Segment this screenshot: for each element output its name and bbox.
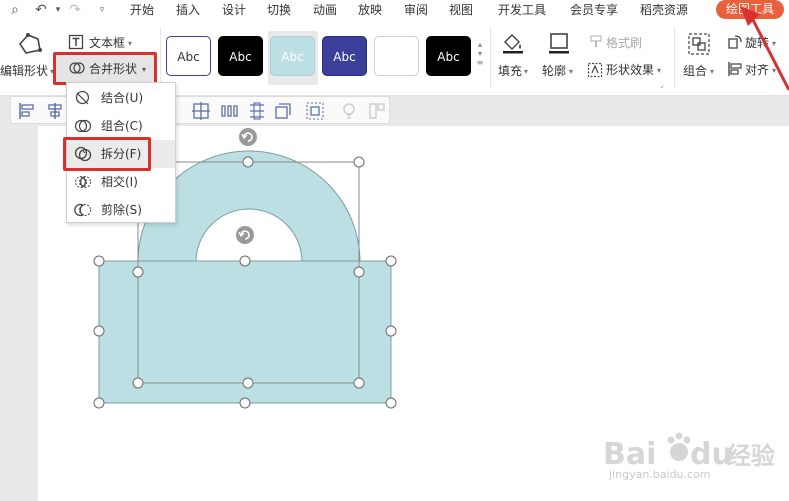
resize-handle[interactable] xyxy=(353,156,365,168)
resize-handle[interactable] xyxy=(353,266,365,278)
menu-item-combine[interactable]: 组合(C) xyxy=(67,112,175,140)
menu-item-intersect[interactable]: 相交(I) xyxy=(67,168,175,196)
resize-handle[interactable] xyxy=(239,255,251,267)
resize-handle[interactable] xyxy=(242,377,254,389)
rotate-handle-icon[interactable] xyxy=(236,226,254,244)
svg-text:经验: 经验 xyxy=(727,442,775,470)
resize-handle[interactable] xyxy=(93,397,105,409)
menu-item-union[interactable]: 结合(U) xyxy=(67,84,175,112)
pointer-arrow-icon xyxy=(750,17,789,91)
resize-handle[interactable] xyxy=(132,377,144,389)
pointer-arrow-head-icon xyxy=(740,6,760,26)
resize-handle[interactable] xyxy=(385,397,397,409)
intersect-icon xyxy=(75,176,91,188)
resize-handle[interactable] xyxy=(385,255,397,267)
resize-handle[interactable] xyxy=(242,156,254,168)
resize-handle[interactable] xyxy=(385,325,397,337)
rotate-handle-icon[interactable] xyxy=(239,128,257,146)
resize-handle[interactable] xyxy=(353,377,365,389)
shape-layer xyxy=(93,6,789,409)
resize-handle[interactable] xyxy=(93,325,105,337)
resize-handle[interactable] xyxy=(132,266,144,278)
combine-icon xyxy=(74,119,92,133)
resize-handle[interactable] xyxy=(239,397,251,409)
resize-handle[interactable] xyxy=(93,255,105,267)
watermark-url: jingyan.baidu.com xyxy=(609,468,711,481)
baidu-jingyan-logo: Bai du 经验 xyxy=(603,432,775,472)
menu-item-subtract[interactable]: 剪除(S) xyxy=(67,196,175,224)
union-icon xyxy=(75,90,90,105)
svg-text:Bai: Bai xyxy=(603,437,656,472)
fragment-highlight xyxy=(63,137,151,171)
subtract-icon xyxy=(74,203,91,217)
